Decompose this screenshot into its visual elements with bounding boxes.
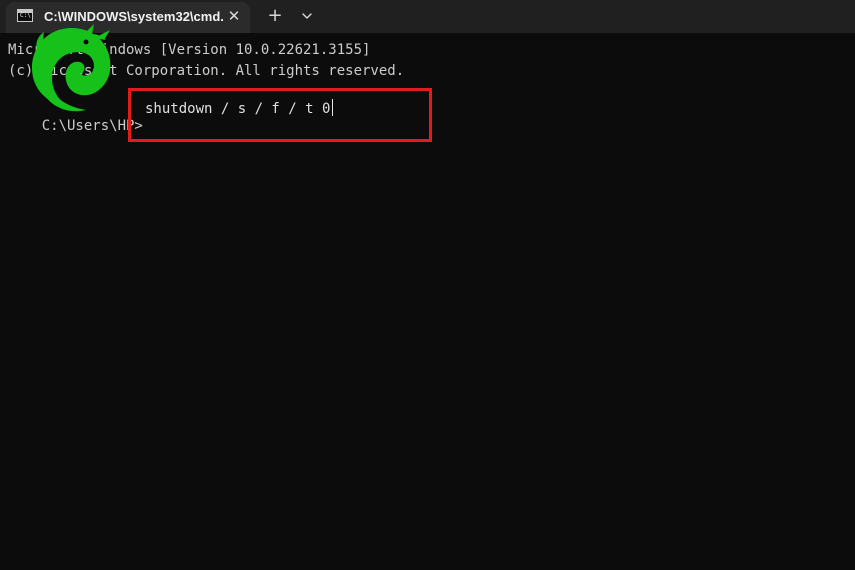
title-bar: C:\ C:\WINDOWS\system32\cmd. ✕ +: [0, 0, 855, 33]
command-highlight-box: [128, 88, 432, 142]
chevron-down-icon: [302, 13, 312, 19]
close-tab-button[interactable]: ✕: [225, 7, 243, 25]
green-dragon-logo-icon: [24, 22, 119, 117]
tab-icon-text: C:\: [20, 12, 31, 19]
new-tab-button[interactable]: +: [264, 5, 286, 27]
command-prompt-icon: C:\: [17, 9, 33, 22]
tab-dropdown-button[interactable]: [297, 7, 317, 25]
